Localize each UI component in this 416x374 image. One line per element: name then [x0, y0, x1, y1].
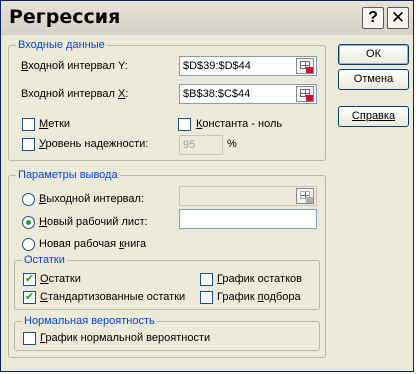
help-icon[interactable]: ?	[362, 7, 384, 29]
y-range-label: Входной интервал Y:	[21, 60, 128, 72]
new-sheet-radio[interactable]	[22, 216, 35, 229]
x-range-label: Входной интервал X:	[21, 88, 129, 100]
standardized-residuals-checkbox[interactable]: ✔	[23, 291, 36, 304]
residual-plot-checkbox[interactable]	[200, 273, 213, 286]
normal-plot-checkbox[interactable]	[23, 332, 36, 345]
output-range-radio[interactable]	[22, 193, 35, 206]
help-button[interactable]: Справка	[338, 106, 409, 127]
percent-sign: %	[227, 138, 237, 150]
new-book-radio[interactable]	[22, 238, 35, 251]
labels-checkbox-label: Метки	[39, 118, 71, 130]
y-range-collapse-icon[interactable]	[296, 58, 314, 74]
residuals-checkbox[interactable]: ✔	[23, 273, 36, 286]
output-group: Параметры вывода Выходной интервал: Новы…	[8, 168, 326, 358]
x-range-collapse-icon[interactable]	[296, 86, 314, 102]
new-sheet-input[interactable]	[179, 209, 317, 229]
regression-dialog: Регрессия ? ✕ Входные данные Входной инт…	[0, 0, 414, 372]
new-sheet-label: Новый рабочий лист:	[39, 216, 148, 228]
confidence-label: Уровень надежности:	[39, 138, 149, 150]
title-bar: Регрессия ? ✕	[1, 1, 413, 35]
cancel-button[interactable]: Отмена	[338, 69, 409, 90]
confidence-checkbox[interactable]	[22, 138, 35, 151]
residuals-group-title: Остатки	[22, 253, 67, 267]
standardized-residuals-label: Стандартизованные остатки	[40, 291, 186, 303]
constant-zero-checkbox[interactable]	[178, 118, 191, 131]
new-book-label: Новая рабочая книга	[39, 238, 147, 250]
residuals-group: Остатки ✔ Остатки График остатков ✔ Стан…	[14, 253, 320, 310]
output-group-title: Параметры вывода	[16, 168, 120, 182]
normal-probability-group: Нормальная вероятность График нормальной…	[14, 314, 320, 351]
ok-button[interactable]: ОК	[338, 44, 409, 65]
confidence-input[interactable]: 95	[179, 135, 223, 155]
residuals-label: Остатки	[40, 273, 81, 285]
labels-checkbox[interactable]	[22, 118, 35, 131]
normal-plot-label: График нормальной вероятности	[40, 332, 211, 344]
residual-plot-label: График остатков	[217, 273, 302, 285]
fit-plot-label: График подбора	[217, 291, 301, 303]
constant-zero-label: Константа - ноль	[196, 118, 283, 130]
output-range-collapse-icon[interactable]	[296, 188, 314, 204]
normal-probability-group-title: Нормальная вероятность	[22, 314, 157, 328]
input-group-title: Входные данные	[16, 38, 107, 52]
close-icon[interactable]: ✕	[387, 7, 409, 29]
output-range-label: Выходной интервал:	[39, 193, 144, 205]
dialog-title: Регрессия	[9, 6, 121, 28]
fit-plot-checkbox[interactable]	[200, 291, 213, 304]
input-group: Входные данные Входной интервал Y: $D$39…	[8, 38, 326, 161]
